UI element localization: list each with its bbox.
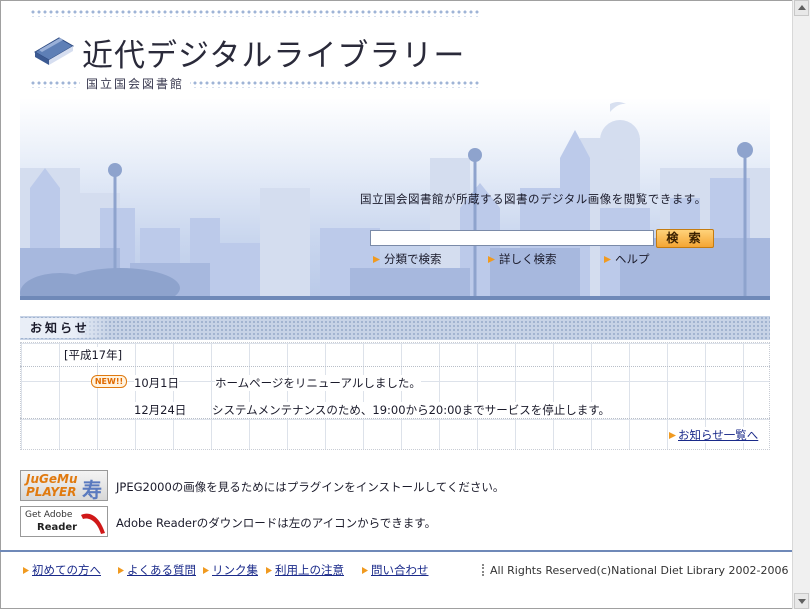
help-label: ヘルプ <box>615 252 650 266</box>
adobe-reader-logo-icon <box>81 513 105 534</box>
notice-panel <box>20 342 770 450</box>
adobe-reader-icon[interactable]: Get Adobe Reader <box>20 506 108 537</box>
footer-divider <box>0 550 792 552</box>
header-decoration-top <box>30 9 480 17</box>
search-input[interactable] <box>370 230 654 246</box>
footer-link-terms[interactable]: 利用上の注意 <box>265 562 344 578</box>
notice-text: ホームページをリニューアルしました。 <box>215 375 421 391</box>
adobe-logo-text-2: Reader <box>37 522 78 533</box>
scroll-down-arrow-icon <box>798 599 806 604</box>
orange-arrow-icon <box>488 256 495 263</box>
notice-date: 12月24日 <box>134 402 187 418</box>
orange-arrow-icon <box>373 256 380 263</box>
help-link[interactable]: ヘルプ <box>603 251 650 267</box>
orange-arrow-icon <box>266 567 272 574</box>
classification-search-label: 分類で検索 <box>384 252 442 266</box>
notice-list-link[interactable]: お知らせ一覧へ <box>668 427 759 443</box>
book-logo-icon <box>34 37 74 65</box>
scroll-down-button[interactable] <box>794 593 809 609</box>
notice-date: 10月1日 <box>134 375 179 391</box>
new-badge: NEW!! <box>91 375 127 388</box>
copyright-text: All Rights Reserved(c)National Diet Libr… <box>482 564 789 577</box>
copyright-divider <box>482 564 486 576</box>
adobe-reader-text: Adobe Readerのダウンロードは左のアイコンからできます。 <box>116 516 437 530</box>
advanced-search-label: 詳しく検索 <box>499 252 557 266</box>
jugemu-logo-text-2: PLAYER <box>26 485 77 499</box>
notice-list-label: お知らせ一覧へ <box>678 428 759 442</box>
footer-link-label: 問い合わせ <box>371 563 429 577</box>
jugemu-logo-text-1: JuGeMu <box>26 472 78 486</box>
jugemu-player-icon[interactable]: JuGeMu PLAYER 寿 <box>20 470 108 501</box>
search-button[interactable]: 検 索 <box>656 229 714 248</box>
notice-heading: お知らせ <box>20 318 110 338</box>
notice-divider <box>20 418 770 419</box>
notice-header-bar <box>20 316 770 340</box>
orange-arrow-icon <box>669 432 676 439</box>
scroll-up-arrow-icon <box>798 5 806 10</box>
orange-arrow-icon <box>604 256 611 263</box>
footer-link-label: 利用上の注意 <box>275 563 344 577</box>
orange-arrow-icon <box>118 567 124 574</box>
jugemu-logo-text-3: 寿 <box>82 478 102 501</box>
notice-text: システムメンテナンスのため、19:00から20:00までサービスを停止します。 <box>212 402 611 418</box>
orange-arrow-icon <box>23 567 29 574</box>
orange-arrow-icon <box>362 567 368 574</box>
footer-link-faq[interactable]: よくある質問 <box>117 562 196 578</box>
footer-link-label: リンク集 <box>212 563 258 577</box>
footer-link-contact[interactable]: 問い合わせ <box>361 562 429 578</box>
notice-year: [平成17年] <box>63 347 124 363</box>
footer-link-label: よくある質問 <box>127 563 196 577</box>
scroll-up-button[interactable] <box>794 0 809 16</box>
footer-link-label: 初めての方へ <box>32 563 101 577</box>
classification-search-link[interactable]: 分類で検索 <box>372 251 442 267</box>
notice-divider <box>20 366 770 367</box>
jugemu-plugin-text: JPEG2000の画像を見るためにはプラグインをインストールしてください。 <box>116 480 505 494</box>
orange-arrow-icon <box>203 567 209 574</box>
hero-description: 国立国会図書館が所蔵する図書のデジタル画像を閲覧できます。 <box>360 192 707 206</box>
footer-link-links[interactable]: リンク集 <box>202 562 258 578</box>
site-title[interactable]: 近代デジタルライブラリー <box>82 30 465 75</box>
copyright-label: All Rights Reserved(c)National Diet Libr… <box>490 564 789 577</box>
hero-bottom-bar <box>20 296 770 300</box>
adobe-logo-text-1: Get Adobe <box>25 510 73 520</box>
advanced-search-link[interactable]: 詳しく検索 <box>487 251 557 267</box>
footer-link-beginners[interactable]: 初めての方へ <box>22 562 101 578</box>
sub-title: 国立国会図書館 <box>80 75 191 92</box>
vertical-scrollbar[interactable] <box>792 0 810 609</box>
